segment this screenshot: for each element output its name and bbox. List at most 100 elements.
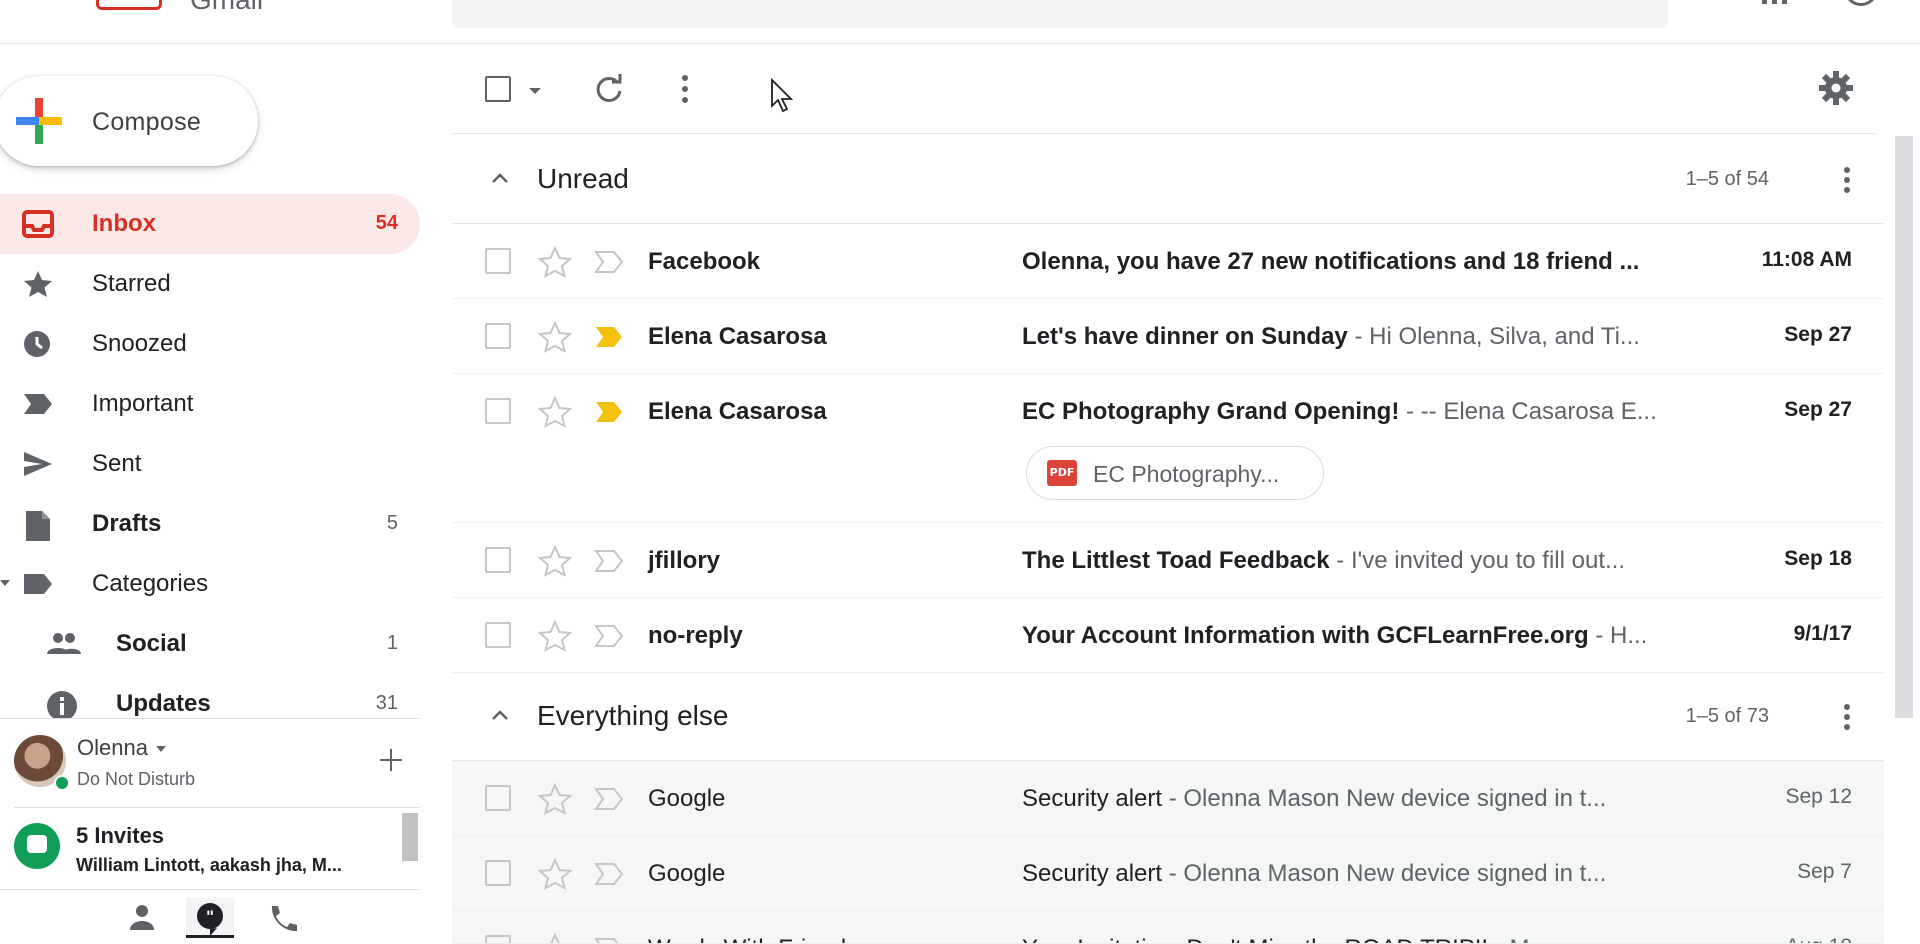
email-row[interactable]: no-reply Your Account Information with G…: [452, 598, 1884, 673]
people-icon: [46, 630, 81, 658]
invites-names[interactable]: William Lintott, aakash jha, M...: [76, 855, 342, 876]
search-input[interactable]: [452, 0, 1668, 28]
star-icon[interactable]: [537, 782, 573, 815]
star-icon[interactable]: [537, 857, 573, 890]
sidebar-item-sent[interactable]: Sent: [0, 434, 420, 494]
user-name: Olenna: [77, 735, 148, 760]
sidebar-item-important[interactable]: Important: [0, 374, 420, 434]
sender-name: jfillory: [648, 547, 721, 574]
sidebar-item-label: Social: [116, 630, 187, 657]
row-checkbox[interactable]: [485, 622, 511, 648]
email-row[interactable]: jfillory The Littlest Toad Feedback - I'…: [452, 523, 1884, 598]
star-icon[interactable]: [537, 619, 573, 652]
new-conversation-plus-icon[interactable]: [376, 745, 406, 775]
star-icon: [22, 270, 54, 298]
email-row[interactable]: Facebook Olenna, you have 27 new notific…: [452, 224, 1884, 299]
sidebar-item-social[interactable]: Social 1: [0, 614, 420, 674]
phone-tab[interactable]: [258, 898, 306, 938]
inbox-icon: [22, 210, 54, 238]
select-dropdown-chevron-icon[interactable]: [529, 88, 541, 94]
important-marker-icon[interactable]: [594, 624, 626, 648]
main-scrollbar[interactable]: [1895, 136, 1913, 718]
email-date: Sep 27: [1784, 323, 1852, 346]
sidebar-item-snoozed[interactable]: Snoozed: [0, 314, 420, 374]
row-checkbox[interactable]: [485, 398, 511, 424]
email-row[interactable]: Google Security alert - Olenna Mason New…: [452, 761, 1884, 836]
sender-name: Google: [648, 860, 726, 887]
apps-grid-icon[interactable]: [1760, 0, 1790, 4]
important-marker-icon[interactable]: [594, 937, 626, 943]
email-row[interactable]: Elena Casarosa Let's have dinner on Sund…: [452, 299, 1884, 374]
section-more-icon[interactable]: [1832, 162, 1862, 198]
account-avatar[interactable]: [1844, 0, 1878, 6]
sidebar-item-starred[interactable]: Starred: [0, 254, 420, 314]
row-checkbox[interactable]: [485, 547, 511, 573]
sidebar-item-categories[interactable]: Categories: [0, 554, 420, 614]
star-icon[interactable]: [538, 932, 572, 943]
star-icon[interactable]: [537, 395, 573, 428]
subject-text: Security alert: [1022, 860, 1163, 887]
section-title[interactable]: Everything else: [537, 700, 728, 732]
subject-text: Let's have dinner on Sunday: [1022, 323, 1348, 350]
collapse-chevron-icon[interactable]: [490, 168, 510, 188]
clock-icon: [22, 330, 54, 358]
subject-text: Your Invitation: Don't Miss the ROAD TRI…: [1022, 935, 1488, 943]
contacts-tab[interactable]: [118, 898, 166, 938]
sidebar-item-label: Sent: [92, 450, 142, 477]
important-marker-icon[interactable]: [594, 250, 626, 274]
invites-title[interactable]: 5 Invites: [76, 823, 164, 849]
important-marker-icon[interactable]: [594, 787, 626, 811]
row-checkbox[interactable]: [485, 860, 511, 886]
presence-dot: [54, 775, 70, 791]
compose-plus-icon: [16, 98, 62, 144]
hangouts-chat-tab[interactable]: ": [186, 898, 234, 938]
important-marker-icon[interactable]: [594, 400, 626, 424]
row-checkbox[interactable]: [485, 785, 511, 811]
important-marker-icon[interactable]: [594, 862, 626, 886]
row-checkbox[interactable]: [485, 248, 511, 274]
sidebar-item-label: Updates: [116, 690, 211, 717]
section-more-icon[interactable]: [1832, 699, 1862, 735]
row-checkbox[interactable]: [485, 935, 511, 943]
sidebar-item-label: Inbox: [92, 210, 156, 237]
important-marker-icon[interactable]: [594, 325, 626, 349]
hangouts-tabs: ": [0, 889, 420, 944]
user-name-menu[interactable]: Olenna: [77, 735, 166, 761]
email-row[interactable]: Google Security alert - Olenna Mason New…: [452, 836, 1884, 911]
select-all-checkbox[interactable]: [485, 76, 511, 102]
sidebar-item-drafts[interactable]: Drafts 5: [0, 494, 420, 554]
scrollbar[interactable]: [402, 813, 418, 861]
star-icon[interactable]: [537, 245, 573, 278]
social-count: 1: [386, 632, 398, 654]
sender-name: Elena Casarosa: [648, 398, 827, 425]
refresh-icon[interactable]: [592, 72, 626, 106]
star-icon[interactable]: [537, 320, 573, 353]
sidebar-item-inbox[interactable]: Inbox 54: [0, 194, 420, 254]
row-checkbox[interactable]: [485, 323, 511, 349]
compose-button[interactable]: Compose: [0, 76, 258, 166]
email-subject: The Littlest Toad Feedback - I've invite…: [1022, 547, 1682, 575]
star-icon[interactable]: [537, 544, 573, 577]
settings-gear-icon[interactable]: [1818, 70, 1854, 106]
mouse-cursor-icon: [770, 77, 796, 114]
top-bar: Gmail: [0, 0, 1920, 44]
expand-caret-icon[interactable]: [0, 580, 10, 586]
important-marker-icon[interactable]: [594, 549, 626, 573]
sidebar-item-label: Snoozed: [92, 330, 187, 357]
label-icon: [22, 570, 54, 598]
collapse-chevron-icon[interactable]: [490, 705, 510, 725]
gmail-logo-icon[interactable]: [96, 0, 162, 10]
email-subject: EC Photography Grand Opening! - -- Elena…: [1022, 398, 1682, 426]
email-row[interactable]: Words With Friends Your Invitation: Don'…: [452, 911, 1884, 944]
sender-name: Words With Friends: [648, 935, 858, 943]
compose-label: Compose: [92, 108, 202, 136]
email-date: Sep 12: [1785, 785, 1852, 808]
email-row[interactable]: Elena Casarosa EC Photography Grand Open…: [452, 374, 1884, 523]
section-everything-else-header: Everything else 1–5 of 73: [452, 673, 1884, 761]
svg-text:": ": [206, 907, 214, 926]
more-options-icon[interactable]: [668, 72, 702, 106]
email-date: 9/1/17: [1793, 622, 1852, 645]
attachment-chip[interactable]: PDF EC Photography...: [1026, 446, 1324, 500]
section-title[interactable]: Unread: [537, 163, 629, 195]
subject-text: EC Photography Grand Opening!: [1022, 398, 1400, 425]
